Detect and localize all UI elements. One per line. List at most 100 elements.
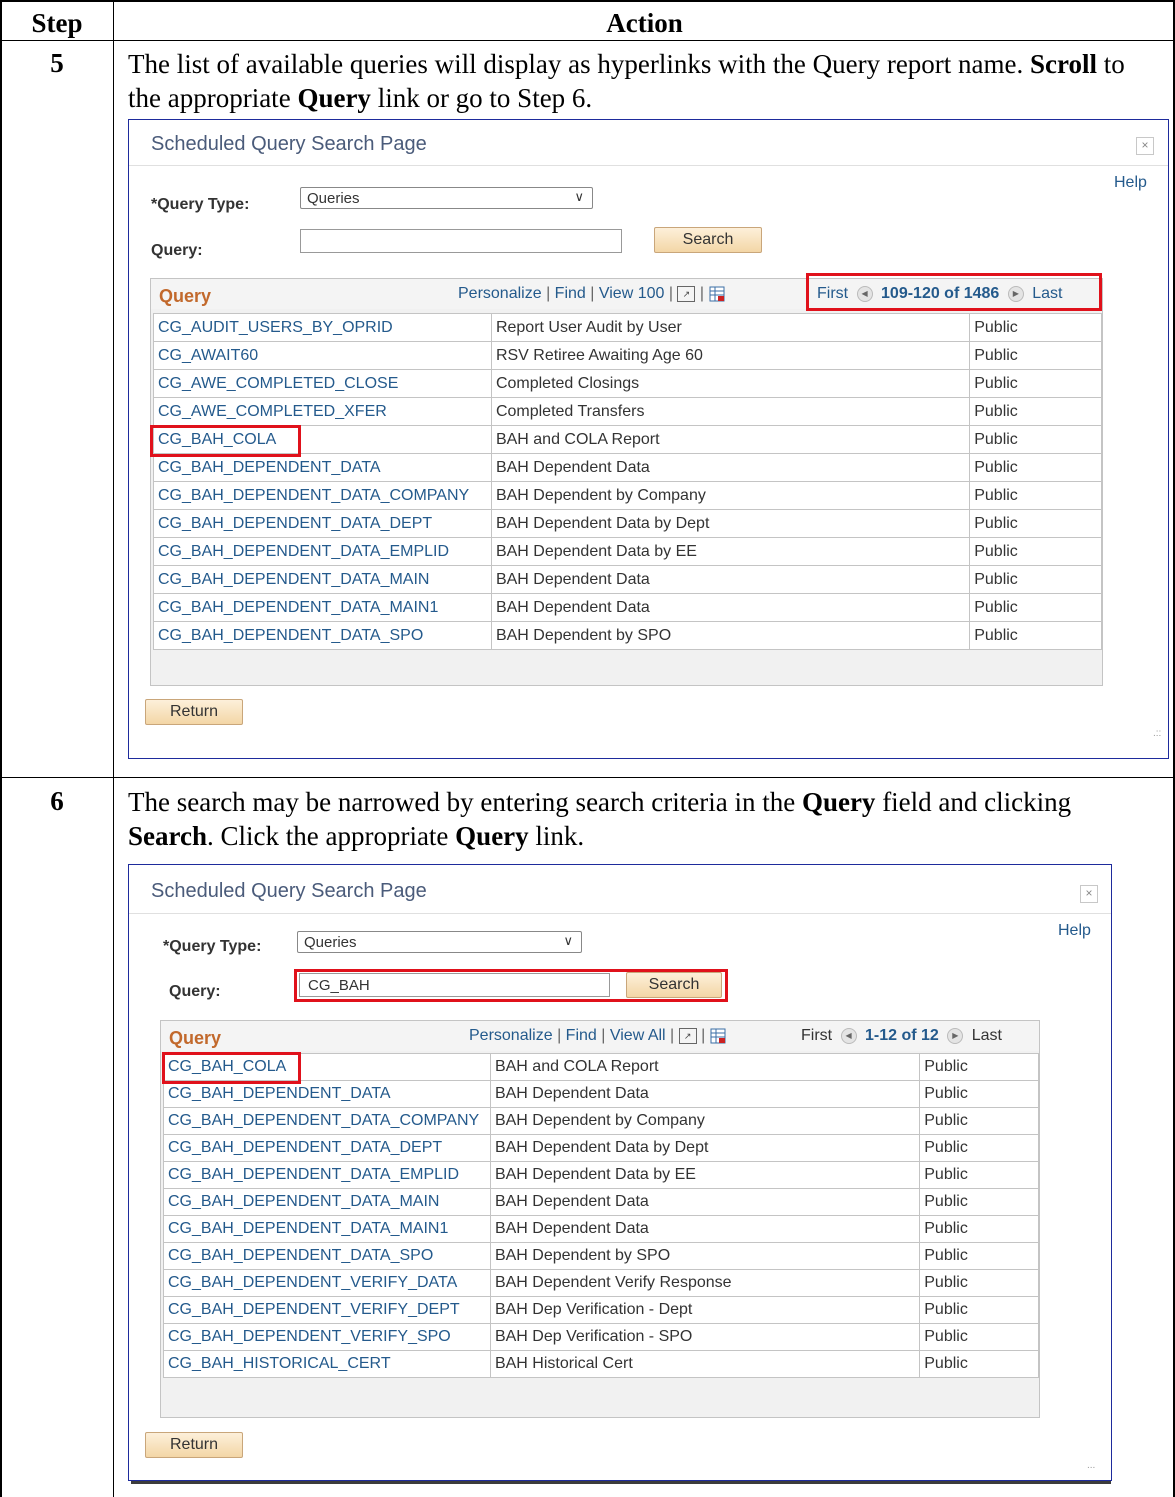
query-name-link[interactable]: CG_BAH_DEPENDENT_DATA bbox=[163, 1080, 491, 1108]
query-name-link[interactable]: CG_BAH_DEPENDENT_DATA_DEPT bbox=[153, 509, 492, 538]
download-grid-icon-2[interactable] bbox=[710, 1028, 726, 1044]
find-link-2[interactable]: Find bbox=[566, 1027, 597, 1044]
query-name-link[interactable]: CG_BAH_DEPENDENT_DATA_MAIN bbox=[153, 565, 492, 594]
highlight-cg-bah-cola bbox=[150, 425, 301, 457]
view-link[interactable]: View 100 bbox=[599, 285, 665, 302]
query-owner: Public bbox=[919, 1161, 1039, 1189]
header-action: Action bbox=[606, 8, 683, 38]
query-name-link[interactable]: CG_BAH_DEPENDENT_DATA_COMPANY bbox=[163, 1107, 491, 1135]
query-name-link[interactable]: CG_BAH_DEPENDENT_VERIFY_DEPT bbox=[163, 1296, 491, 1324]
help-link-2[interactable]: Help bbox=[1058, 922, 1091, 940]
table-row: CG_BAH_DEPENDENT_DATA_DEPT BAH Dependent … bbox=[153, 509, 1102, 538]
results-table: CG_AUDIT_USERS_BY_OPRID Report User Audit… bbox=[153, 313, 1102, 650]
scheduled-query-dialog-step5: Scheduled Query Search Page × Help *Quer… bbox=[128, 119, 1169, 759]
table-row: CG_BAH_DEPENDENT_DATA_COMPANY BAH Depende… bbox=[153, 481, 1102, 510]
return-button-2[interactable]: Return bbox=[145, 1432, 243, 1458]
table-row: CG_BAH_DEPENDENT_DATA_MAIN BAH Dependent … bbox=[163, 1188, 1039, 1216]
query-owner: Public bbox=[969, 565, 1102, 594]
query-name-link[interactable]: CG_BAH_DEPENDENT_DATA bbox=[153, 453, 492, 482]
highlight-query-search bbox=[294, 969, 728, 1002]
query-owner: Public bbox=[919, 1080, 1039, 1108]
close-icon-2[interactable]: × bbox=[1080, 885, 1098, 903]
step-number-5: 5 bbox=[50, 48, 64, 78]
personalize-link-2[interactable]: Personalize bbox=[469, 1027, 553, 1044]
query-name-link[interactable]: CG_BAH_DEPENDENT_DATA_COMPANY bbox=[153, 481, 492, 510]
next-icon-2: ▶ bbox=[947, 1027, 964, 1044]
return-button[interactable]: Return bbox=[145, 699, 243, 725]
query-description: BAH Dependent Data bbox=[490, 565, 971, 594]
query-name-link[interactable]: CG_AUDIT_USERS_BY_OPRID bbox=[153, 313, 492, 342]
query-type-select-2[interactable]: Queries ∨ bbox=[297, 931, 582, 953]
query-name-link[interactable]: CG_BAH_DEPENDENT_DATA_DEPT bbox=[163, 1134, 491, 1162]
personalize-link[interactable]: Personalize bbox=[458, 285, 542, 302]
query-name-link[interactable]: CG_AWE_COMPLETED_CLOSE bbox=[153, 369, 492, 398]
new-window-icon[interactable]: ↗ bbox=[677, 285, 696, 302]
query-description: BAH and COLA Report bbox=[489, 1053, 921, 1081]
previous-icon-2: ◀ bbox=[840, 1027, 857, 1044]
query-name-link[interactable]: CG_BAH_DEPENDENT_DATA_SPO bbox=[153, 621, 492, 650]
table-header-divider bbox=[0, 40, 1175, 41]
query-name-link[interactable]: CG_BAH_DEPENDENT_DATA_MAIN1 bbox=[153, 593, 492, 622]
table-border-top bbox=[0, 0, 1175, 2]
query-name-link[interactable]: CG_BAH_DEPENDENT_DATA_MAIN1 bbox=[163, 1215, 491, 1243]
resize-handle-icon[interactable]: .:: bbox=[1153, 728, 1161, 739]
query-description: Completed Transfers bbox=[490, 397, 971, 426]
query-description: BAH Dependent Data by EE bbox=[489, 1161, 921, 1189]
grid-navigation-2: First ◀ 1-12 of 12 ▶ Last bbox=[801, 1027, 1002, 1045]
query-name-link[interactable]: CG_BAH_DEPENDENT_DATA_EMPLID bbox=[163, 1161, 491, 1189]
query-name-link[interactable]: CG_BAH_DEPENDENT_DATA_SPO bbox=[163, 1242, 491, 1270]
query-type-select[interactable]: Queries ∨ bbox=[300, 187, 593, 209]
find-link[interactable]: Find bbox=[555, 285, 586, 302]
dialog-title: Scheduled Query Search Page bbox=[151, 133, 427, 155]
query-owner: Public bbox=[969, 397, 1102, 426]
table-row: CG_BAH_DEPENDENT_DATA_EMPLID BAH Dependen… bbox=[163, 1161, 1039, 1189]
scheduled-query-dialog-step6: Scheduled Query Search Page × Help *Quer… bbox=[128, 864, 1112, 1481]
query-description: BAH Dependent Data by Dept bbox=[489, 1134, 921, 1162]
view-all-link[interactable]: View All bbox=[610, 1027, 666, 1044]
query-owner: Public bbox=[969, 509, 1102, 538]
table-row: CG_AUDIT_USERS_BY_OPRID Report User Audit… bbox=[153, 313, 1102, 342]
query-name-link[interactable]: CG_AWAIT60 bbox=[153, 341, 492, 370]
query-name-link[interactable]: CG_BAH_DEPENDENT_VERIFY_SPO bbox=[163, 1323, 491, 1351]
query-owner: Public bbox=[969, 593, 1102, 622]
query-owner: Public bbox=[919, 1215, 1039, 1243]
query-name-link[interactable]: CG_BAH_DEPENDENT_DATA_MAIN bbox=[163, 1188, 491, 1216]
table-row: CG_BAH_DEPENDENT_VERIFY_SPO BAH Dep Verif… bbox=[163, 1323, 1039, 1351]
query-type-label-2: *Query Type: bbox=[163, 938, 262, 955]
help-link[interactable]: Help bbox=[1114, 174, 1147, 192]
query-label: Query: bbox=[151, 242, 203, 259]
chevron-down-icon-2: ∨ bbox=[563, 933, 573, 948]
table-row: CG_BAH_DEPENDENT_DATA_MAIN BAH Dependent … bbox=[153, 565, 1102, 594]
table-row: CG_AWE_COMPLETED_XFER Completed Transfers… bbox=[153, 397, 1102, 426]
query-description: BAH Dependent by SPO bbox=[490, 621, 971, 650]
table-column-divider bbox=[113, 0, 114, 1497]
query-owner: Public bbox=[919, 1134, 1039, 1162]
query-owner: Public bbox=[969, 341, 1102, 370]
download-grid-icon[interactable] bbox=[709, 286, 725, 302]
grid-toolbar-2: Personalize | Find | View All | ↗ | bbox=[469, 1027, 726, 1045]
table-row: CG_BAH_DEPENDENT_DATA BAH Dependent Data P… bbox=[163, 1080, 1039, 1108]
query-name-link[interactable]: CG_BAH_HISTORICAL_CERT bbox=[163, 1350, 491, 1378]
query-description: BAH Dependent Data bbox=[489, 1080, 921, 1108]
query-input[interactable] bbox=[300, 229, 622, 253]
table-row: CG_BAH_DEPENDENT_DATA_MAIN1 BAH Dependent… bbox=[153, 593, 1102, 622]
query-name-link[interactable]: CG_BAH_DEPENDENT_VERIFY_DATA bbox=[163, 1269, 491, 1297]
query-description: BAH Historical Cert bbox=[489, 1350, 921, 1378]
nav-last-label-2: Last bbox=[971, 1027, 1002, 1044]
table-row: CG_AWAIT60 RSV Retiree Awaiting Age 60 Pub… bbox=[153, 341, 1102, 370]
query-type-label: *Query Type: bbox=[151, 196, 250, 213]
close-icon[interactable]: × bbox=[1136, 137, 1154, 155]
query-name-link[interactable]: CG_BAH_DEPENDENT_DATA_EMPLID bbox=[153, 537, 492, 566]
new-window-icon-2[interactable]: ↗ bbox=[678, 1027, 697, 1044]
query-owner: Public bbox=[919, 1053, 1039, 1081]
query-owner: Public bbox=[969, 621, 1102, 650]
query-name-link[interactable]: CG_AWE_COMPLETED_XFER bbox=[153, 397, 492, 426]
resize-handle-icon-2[interactable]: ... bbox=[1087, 1460, 1095, 1471]
search-button[interactable]: Search bbox=[654, 227, 762, 253]
query-type-value-2: Queries bbox=[304, 934, 357, 951]
query-description: BAH Dep Verification - SPO bbox=[489, 1323, 921, 1351]
grid-toolbar: Personalize | Find | View 100 | ↗ | bbox=[458, 285, 725, 303]
step-6-instructions: The search may be narrowed by entering s… bbox=[128, 787, 1072, 851]
title-divider bbox=[129, 165, 1168, 166]
table-row: CG_BAH_DEPENDENT_DATA_DEPT BAH Dependent … bbox=[163, 1134, 1039, 1162]
